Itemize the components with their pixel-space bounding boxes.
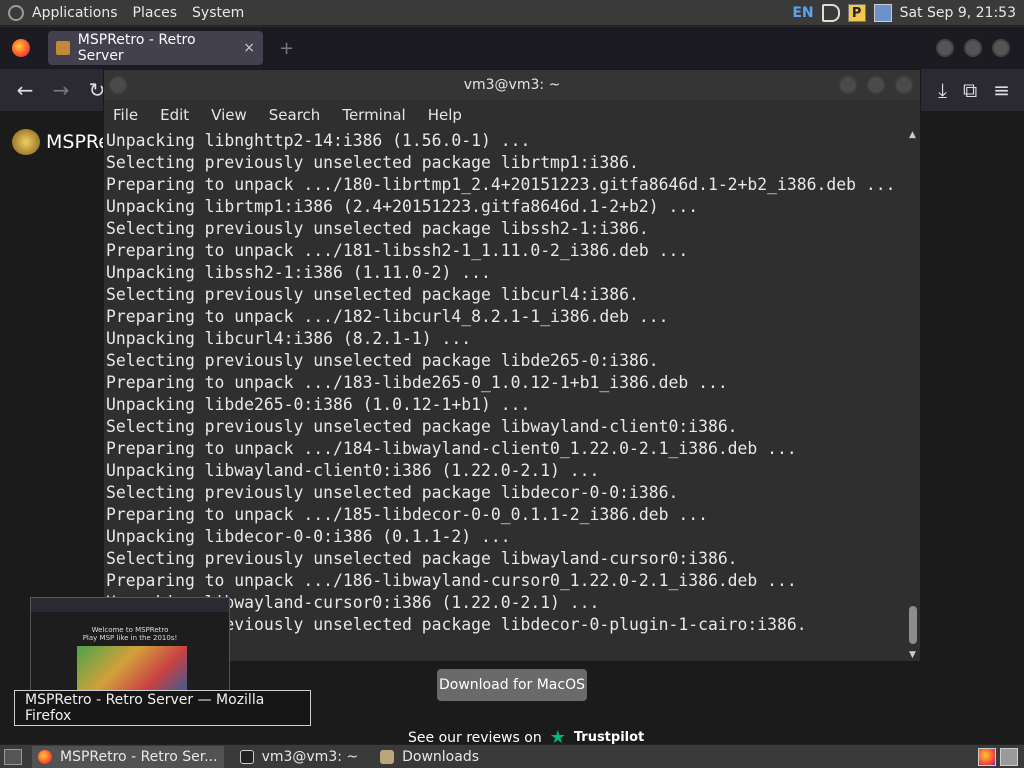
scroll-down-icon[interactable]: ▼ [909, 650, 916, 660]
terminal-window[interactable]: vm3@vm3: ~ File Edit View Search Termina… [103, 69, 921, 662]
terminal-line: Preparing to unpack .../184-libwayland-c… [106, 439, 797, 458]
terminal-line: Selecting previously unselected package … [106, 483, 679, 502]
keyboard-layout-indicator[interactable]: EN [792, 5, 813, 21]
menu-edit[interactable]: Edit [160, 106, 189, 124]
terminal-icon [239, 749, 254, 764]
volume-icon[interactable] [821, 3, 840, 22]
maximize-icon[interactable] [964, 39, 982, 57]
menu-help[interactable]: Help [428, 106, 462, 124]
task-label: vm3@vm3: ~ [261, 748, 359, 765]
site-title: MSPRe [46, 131, 110, 153]
distro-logo-icon[interactable] [8, 4, 24, 21]
task-downloads[interactable]: Downloads [374, 746, 485, 768]
terminal-line: Preparing to unpack .../183-libde265-0_1… [106, 373, 728, 392]
hamburger-menu-icon[interactable]: ≡ [993, 78, 1010, 102]
terminal-line: Unpacking libnghttp2-14:i386 (1.56.0-1) … [106, 131, 531, 150]
terminal-line: Preparing to unpack .../186-libwayland-c… [106, 571, 797, 590]
preview-toolbar [31, 598, 229, 612]
scroll-up-icon[interactable]: ▲ [909, 130, 916, 140]
task-label: Downloads [402, 748, 480, 765]
firefox-icon [38, 749, 52, 764]
terminal-line: Selecting previously unselected package … [106, 549, 738, 568]
terminal-line: Preparing to unpack .../182-libcurl4_8.2… [106, 307, 669, 326]
menu-file[interactable]: File [113, 106, 138, 124]
tab-title: MSPRetro - Retro Server [77, 32, 196, 64]
terminal-scrollbar[interactable]: ▲ ▼ [907, 130, 919, 660]
terminal-line: Preparing to unpack .../185-libdecor-0-0… [106, 505, 708, 524]
p-app-icon[interactable]: P [847, 3, 866, 22]
top-menu: Applications Places System [0, 4, 259, 21]
extensions-icon[interactable]: ⧉ [963, 78, 977, 102]
site-favicon-icon [56, 41, 70, 55]
close-window-icon[interactable] [992, 39, 1010, 57]
back-icon[interactable]: ← [14, 78, 36, 102]
window-preview-thumbnail[interactable]: Welcome to MSPRetro Play MSP like in the… [30, 597, 230, 693]
firefox-tab-bar: MSPRetro - Retro Server × + [0, 27, 1024, 69]
terminal-menubar: File Edit View Search Terminal Help [104, 100, 920, 130]
menu-system[interactable]: System [192, 5, 244, 21]
preview-heading: Welcome to MSPRetro [91, 626, 169, 634]
maximize-icon[interactable] [866, 75, 886, 95]
downloads-icon[interactable]: ⤓ [938, 78, 947, 102]
firefox-icon[interactable] [12, 39, 30, 57]
terminal-line: Unpacking libdecor-0-0:i386 (0.1.1-2) ..… [106, 527, 511, 546]
minimize-icon[interactable] [838, 75, 858, 95]
task-label: MSPRetro - Retro Ser... [60, 748, 218, 765]
menu-terminal[interactable]: Terminal [342, 106, 405, 124]
show-desktop-icon[interactable] [4, 748, 22, 765]
task-terminal[interactable]: vm3@vm3: ~ [234, 746, 365, 768]
terminal-line: Preparing to unpack .../180-librtmp1_2.4… [106, 175, 896, 194]
tab-msp-retro[interactable]: MSPRetro - Retro Server × [48, 31, 263, 65]
close-tab-icon[interactable]: × [243, 40, 255, 56]
workspace-1[interactable] [978, 747, 996, 766]
site-header[interactable]: MSPRe [12, 129, 110, 155]
workspace-2[interactable] [1000, 747, 1018, 766]
new-tab-icon[interactable]: + [279, 38, 294, 59]
bottom-panel: MSPRetro - Retro Ser... vm3@vm3: ~ Downl… [0, 744, 1024, 768]
close-icon[interactable] [894, 75, 914, 95]
firefox-window-buttons [936, 39, 1010, 57]
workspace-switcher [978, 747, 1018, 766]
terminal-line: Unpacking libwayland-client0:i386 (1.22.… [106, 461, 600, 480]
terminal-output[interactable]: Unpacking libnghttp2-14:i386 (1.56.0-1) … [104, 130, 908, 662]
terminal-line: Selecting previously unselected package … [106, 285, 639, 304]
forward-icon[interactable]: → [50, 78, 72, 102]
nav-right-tools: ⤓ ⧉ ≡ [938, 78, 1010, 102]
terminal-line: Unpacking librtmp1:i386 (2.4+20151223.gi… [106, 197, 699, 216]
menu-applications[interactable]: Applications [32, 5, 118, 21]
terminal-line: Unpacking libcurl4:i386 (8.2.1-1) ... [106, 329, 472, 348]
terminal-line: Selecting previously unselected package … [106, 219, 649, 238]
task-firefox[interactable]: MSPRetro - Retro Ser... [32, 745, 224, 768]
menu-view[interactable]: View [211, 106, 247, 124]
window-tooltip: MSPRetro - Retro Server — Mozilla Firefo… [14, 690, 311, 726]
preview-subheading: Play MSP like in the 2010s! [82, 634, 178, 642]
system-tray: EN P Sat Sep 9, 21:53 [792, 3, 1024, 22]
terminal-line: Unpacking libde265-0:i386 (1.0.12-1+b1) … [106, 395, 531, 414]
scrollbar-thumb[interactable] [909, 606, 917, 644]
clock[interactable]: Sat Sep 9, 21:53 [900, 5, 1016, 21]
terminal-line: Selecting previously unselected package … [106, 153, 639, 172]
terminal-title: vm3@vm3: ~ [463, 77, 561, 93]
terminal-line: Selecting previously unselected package … [106, 351, 659, 370]
trustpilot-label: Trustpilot [573, 730, 645, 745]
menu-places[interactable]: Places [133, 5, 178, 21]
terminal-line: Preparing to unpack .../181-libssh2-1_1.… [106, 241, 689, 260]
window-menu-icon[interactable] [108, 75, 128, 95]
top-panel: Applications Places System EN P Sat Sep … [0, 0, 1024, 26]
network-icon[interactable] [873, 3, 892, 22]
folder-icon [380, 749, 395, 764]
minimize-icon[interactable] [936, 39, 954, 57]
menu-search[interactable]: Search [269, 106, 321, 124]
msp-logo-icon [12, 129, 40, 155]
terminal-titlebar[interactable]: vm3@vm3: ~ [104, 70, 920, 100]
terminal-line: Unpacking libssh2-1:i386 (1.11.0-2) ... [106, 263, 491, 282]
terminal-line: Selecting previously unselected package … [106, 417, 738, 436]
preview-banner-image [77, 646, 187, 692]
download-macos-button[interactable]: Download for MacOS [437, 669, 587, 701]
